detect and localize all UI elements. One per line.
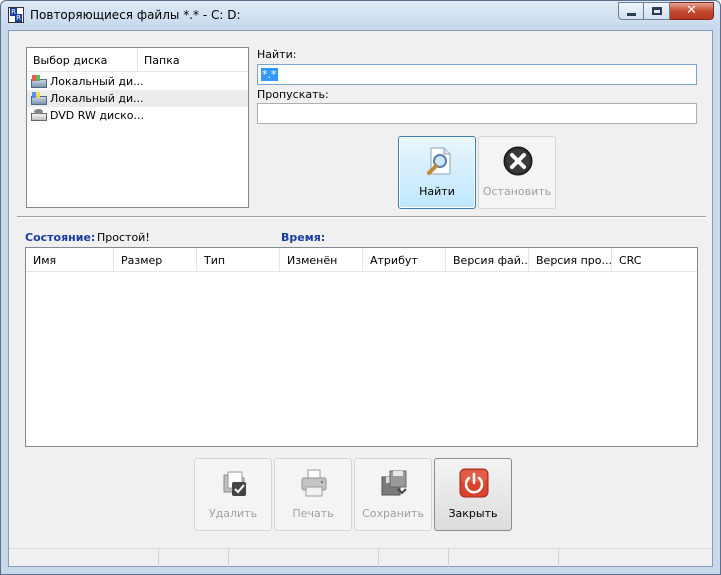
- skip-label: Пропускать:: [257, 88, 329, 101]
- save-button-label: Сохранить: [362, 507, 424, 520]
- close-icon: ✕: [686, 3, 697, 18]
- save-button[interactable]: Сохранить: [354, 458, 432, 531]
- print-button[interactable]: Печать: [274, 458, 352, 531]
- disk-selection-list[interactable]: Выбор диска Папка Локальный ди... Локаль…: [26, 47, 249, 208]
- column-type[interactable]: Тип: [197, 248, 280, 271]
- disk-item-local-2[interactable]: Локальный ди...: [27, 90, 248, 107]
- find-input[interactable]: *.*: [257, 64, 697, 85]
- maximize-icon: [652, 7, 662, 15]
- window-controls: ✕: [618, 2, 714, 20]
- find-input-value: *.*: [261, 68, 278, 81]
- time-label: Время:: [281, 231, 326, 244]
- windows-drive-icon: [31, 74, 47, 89]
- dvd-drive-icon: [31, 108, 47, 123]
- save-icon: [381, 470, 407, 496]
- power-icon: [459, 468, 489, 498]
- app-icon[interactable]: R R: [8, 7, 24, 23]
- print-button-label: Печать: [292, 507, 334, 520]
- skip-input[interactable]: [257, 103, 697, 124]
- column-crc[interactable]: CRC: [612, 248, 697, 271]
- disk-item-local-1[interactable]: Локальный ди...: [27, 73, 248, 90]
- delete-folder-icon: [223, 471, 246, 496]
- find-button-label: Найти: [419, 185, 455, 198]
- window-title: Повторяющиеся файлы *.* - C: D:: [30, 8, 241, 22]
- title-bar[interactable]: R R Повторяющиеся файлы *.* - C: D: ✕: [1, 1, 720, 30]
- status-bar-panel: [379, 549, 449, 568]
- status-bar-panel: [449, 549, 559, 568]
- disk-item-label: DVD RW диско...: [50, 109, 145, 122]
- status-bar-panel: [559, 549, 679, 568]
- disk-item-label: Локальный ди...: [50, 75, 144, 88]
- disk-item-dvd[interactable]: DVD RW диско...: [27, 107, 248, 124]
- client-area: Выбор диска Папка Локальный ди... Локаль…: [8, 30, 713, 568]
- state-value: Простой!: [97, 231, 150, 244]
- column-disk-select[interactable]: Выбор диска: [27, 48, 138, 71]
- disk-item-label: Локальный ди...: [50, 92, 144, 105]
- column-attribute[interactable]: Атрибут: [363, 248, 446, 271]
- app-icon-letter-b: R: [15, 14, 22, 22]
- delete-button[interactable]: Удалить: [194, 458, 272, 531]
- windows-drive-icon: [31, 91, 47, 106]
- delete-button-label: Удалить: [208, 507, 258, 520]
- status-bar: [9, 548, 712, 568]
- close-button[interactable]: Закрыть: [434, 458, 512, 531]
- printer-icon: [301, 469, 327, 497]
- maximize-button[interactable]: [644, 2, 670, 20]
- minimize-button[interactable]: [618, 2, 644, 20]
- minimize-icon: [627, 13, 636, 16]
- section-divider: [17, 216, 706, 218]
- find-button[interactable]: Найти: [398, 136, 476, 209]
- close-button-label: Закрыть: [448, 507, 498, 520]
- results-header: Имя Размер Тип Изменён Атрибут Версия фа…: [26, 248, 697, 272]
- column-size[interactable]: Размер: [114, 248, 197, 271]
- search-document-icon: [427, 147, 451, 175]
- column-folder[interactable]: Папка: [138, 48, 248, 71]
- stop-button[interactable]: Остановить: [478, 136, 556, 209]
- status-bar-panel: [159, 549, 229, 568]
- status-bar-panel: [229, 549, 379, 568]
- close-window-button[interactable]: ✕: [670, 2, 714, 20]
- find-label: Найти:: [257, 48, 297, 61]
- disk-list-header: Выбор диска Папка: [27, 48, 248, 72]
- column-product-version[interactable]: Версия про...: [529, 248, 612, 271]
- resize-grip[interactable]: [679, 549, 712, 568]
- column-name[interactable]: Имя: [26, 248, 114, 271]
- column-file-version[interactable]: Версия фай...: [446, 248, 529, 271]
- results-list[interactable]: Имя Размер Тип Изменён Атрибут Версия фа…: [25, 247, 698, 447]
- stop-icon: [503, 146, 533, 176]
- state-label: Состояние:: [25, 231, 96, 244]
- main-window: R R Повторяющиеся файлы *.* - C: D: ✕ Вы…: [0, 0, 721, 575]
- status-bar-panel: [9, 549, 159, 568]
- column-modified[interactable]: Изменён: [280, 248, 363, 271]
- stop-button-label: Остановить: [482, 185, 552, 198]
